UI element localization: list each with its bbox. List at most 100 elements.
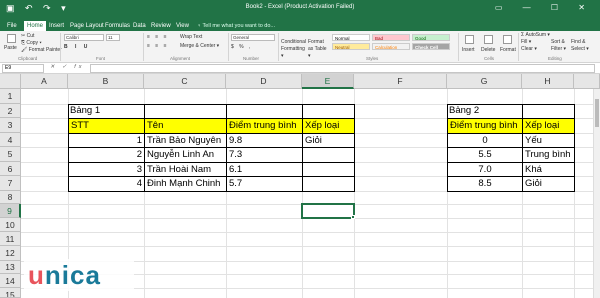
tab-view[interactable]: View	[173, 21, 192, 31]
conditional-formatting-button[interactable]: Conditional Formatting ▾	[281, 39, 307, 60]
column-header-e[interactable]: E	[302, 74, 354, 89]
format-as-table-button[interactable]: Format as Table ▾	[308, 39, 330, 60]
table1-cell[interactable]: 7.3	[227, 148, 302, 162]
row-header-13[interactable]: 13	[0, 261, 21, 274]
font-format-buttons[interactable]: B I U	[64, 44, 90, 51]
style-normal[interactable]: Normal	[332, 34, 370, 41]
find-select-button[interactable]: Find & Select ▾	[571, 39, 593, 53]
format-painter-button[interactable]: 🖌 Format Painter	[21, 47, 62, 54]
table2-cell[interactable]: 5.5	[448, 148, 522, 162]
tab-insert[interactable]: Insert	[46, 21, 67, 31]
table2-cell[interactable]: Trung bình	[523, 148, 574, 162]
fill-button[interactable]: Fill ▾	[521, 39, 531, 46]
column-header-d[interactable]: D	[226, 74, 302, 89]
column-header-f[interactable]: F	[354, 74, 447, 89]
row-header-6[interactable]: 6	[0, 162, 21, 176]
table1-cell[interactable]: 1	[69, 134, 144, 147]
table2-title[interactable]: Bảng 2	[447, 104, 522, 118]
table1-cell[interactable]	[303, 148, 354, 162]
tab-page-layout[interactable]: Page Layout	[67, 21, 107, 31]
style-bad[interactable]: Bad	[372, 34, 410, 41]
tell-me-box[interactable]: ♀ Tell me what you want to do...	[197, 21, 275, 31]
format-cells-button[interactable]: Format	[500, 47, 516, 54]
table1-header-diem[interactable]: Điểm trung bình	[227, 119, 302, 133]
row-header-3[interactable]: 3	[0, 118, 21, 133]
delete-cells-button[interactable]: Delete	[481, 47, 495, 54]
table1-title[interactable]: Bảng 1	[68, 104, 144, 118]
row-header-7[interactable]: 7	[0, 176, 21, 191]
formula-input[interactable]	[90, 64, 595, 73]
style-check-cell[interactable]: Check Cell	[412, 43, 450, 50]
vertical-scrollbar-thumb[interactable]	[595, 99, 599, 127]
insert-cells-button[interactable]: Insert	[462, 47, 475, 54]
table1-cell[interactable]: Trần Hoài Nam	[145, 163, 226, 176]
table2-cell[interactable]: 0	[448, 134, 522, 147]
row-header-14[interactable]: 14	[0, 274, 21, 288]
tab-file[interactable]: File	[4, 21, 20, 31]
fx-icon[interactable]: ✕ ✓ fx	[50, 64, 85, 70]
row-header-4[interactable]: 4	[0, 133, 21, 147]
table2-cell[interactable]: Giỏi	[523, 177, 574, 191]
table1-cell[interactable]: 4	[69, 177, 144, 191]
table2-cell[interactable]: Yếu	[523, 134, 574, 147]
table1-cell[interactable]	[303, 163, 354, 176]
tab-formulas[interactable]: Formulas	[102, 21, 133, 31]
table1-header-stt[interactable]: STT	[69, 119, 144, 133]
row-header-5[interactable]: 5	[0, 147, 21, 162]
table1-cell[interactable]	[303, 177, 354, 191]
align-h-buttons[interactable]: ≡ ≡ ≡	[147, 43, 169, 50]
style-calculation[interactable]: Calculation	[372, 43, 410, 50]
tab-home[interactable]: Home	[24, 21, 47, 31]
row-header-2[interactable]: 2	[0, 104, 21, 118]
font-name-select[interactable]: Calibri	[64, 34, 104, 41]
row-header-1[interactable]: 1	[0, 89, 21, 104]
style-neutral[interactable]: Neutral	[332, 43, 370, 50]
vertical-scrollbar[interactable]	[593, 89, 600, 298]
tab-review[interactable]: Review	[148, 21, 174, 31]
select-all-corner[interactable]	[0, 74, 21, 89]
column-header-c[interactable]: C	[144, 74, 226, 89]
number-buttons[interactable]: $ % ,	[231, 44, 252, 51]
table2-cell[interactable]: Khá	[523, 163, 574, 176]
format-cells-icon[interactable]	[503, 35, 512, 44]
row-header-8[interactable]: 8	[0, 191, 21, 204]
paste-button[interactable]: Paste	[4, 45, 17, 52]
style-good[interactable]: Good	[412, 34, 450, 41]
table2-header-diem[interactable]: Điểm trung bình	[448, 119, 522, 133]
table1-cell[interactable]: Đinh Mạnh Chinh	[145, 177, 226, 191]
table1-cell[interactable]: Trần Bảo Nguyên	[145, 134, 226, 147]
merge-center-button[interactable]: Merge & Center ▾	[180, 43, 219, 50]
table1-header-ten[interactable]: Tên	[145, 119, 226, 133]
column-header-g[interactable]: G	[447, 74, 522, 89]
tab-data[interactable]: Data	[130, 21, 149, 31]
wrap-text-button[interactable]: Wrap Text	[180, 34, 202, 41]
copy-button[interactable]: ⎘ Copy ▾	[21, 40, 42, 47]
row-header-10[interactable]: 10	[0, 218, 21, 232]
paste-icon[interactable]	[7, 34, 16, 43]
table2-header-xeploai[interactable]: Xếp loại	[523, 119, 574, 133]
sort-filter-button[interactable]: Sort & Filter ▾	[551, 39, 569, 53]
table2-cell[interactable]: 8.5	[448, 177, 522, 191]
font-size-select[interactable]: 11	[106, 34, 120, 41]
active-cell-selection[interactable]	[301, 203, 355, 219]
table2-cell[interactable]: 7.0	[448, 163, 522, 176]
row-header-9[interactable]: 9	[0, 204, 21, 218]
fill-handle[interactable]	[351, 215, 355, 219]
table1-cell[interactable]: 2	[69, 148, 144, 162]
table1-cell[interactable]: Giỏi	[303, 134, 354, 147]
row-header-12[interactable]: 12	[0, 246, 21, 261]
table1-header-xeploai[interactable]: Xếp loại	[303, 119, 354, 133]
clear-button[interactable]: Clear ▾	[521, 46, 537, 53]
table1-cell[interactable]: 6.1	[227, 163, 302, 176]
delete-cells-icon[interactable]	[484, 35, 493, 44]
cut-button[interactable]: ✂ Cut	[21, 33, 34, 40]
row-header-11[interactable]: 11	[0, 232, 21, 246]
number-format-select[interactable]: General	[231, 34, 275, 41]
table1-cell[interactable]: 9.8	[227, 134, 302, 147]
column-header-h[interactable]: H	[522, 74, 574, 89]
column-header-b[interactable]: B	[68, 74, 144, 89]
name-box[interactable]: E9	[2, 64, 44, 73]
table1-cell[interactable]: 5.7	[227, 177, 302, 191]
insert-cells-icon[interactable]	[465, 35, 474, 44]
table1-cell[interactable]: Nguyễn Linh An	[145, 148, 226, 162]
